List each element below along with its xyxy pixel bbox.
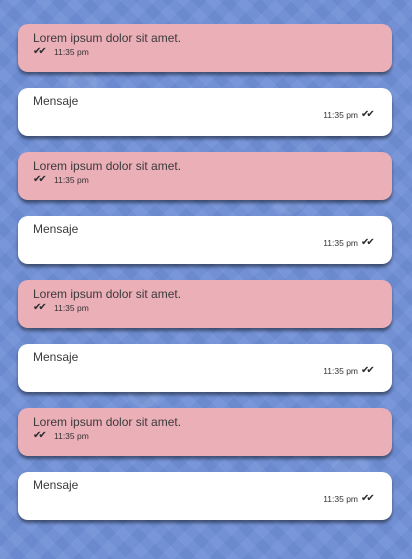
message-meta: 11:35 pm ✔✔ (323, 109, 378, 121)
double-check-icon: ✔✔ (33, 46, 47, 57)
message-time: 11:35 pm (323, 494, 358, 504)
message-text: Mensaje (33, 478, 79, 492)
message-bubble-incoming[interactable]: Lorem ipsum dolor sit amet. ✔✔ 11:35 pm (18, 24, 392, 72)
message-text: Mensaje (33, 350, 79, 364)
message-time: 11:35 pm (54, 431, 89, 441)
message-bubble-outgoing[interactable]: Mensaje 11:35 pm ✔✔ (18, 344, 392, 392)
double-check-icon: ✔✔ (33, 302, 47, 313)
message-text: Lorem ipsum dolor sit amet. (33, 287, 182, 301)
message-bubble-outgoing[interactable]: Mensaje 11:35 pm ✔✔ (18, 88, 392, 136)
message-meta: 11:35 pm ✔✔ (323, 237, 378, 249)
double-check-icon: ✔✔ (361, 493, 375, 504)
message-time: 11:35 pm (323, 366, 358, 376)
message-text: Mensaje (33, 222, 79, 236)
message-meta: 11:35 pm ✔✔ (323, 493, 378, 505)
double-check-icon: ✔✔ (361, 365, 375, 376)
double-check-icon: ✔✔ (361, 109, 375, 120)
message-time: 11:35 pm (323, 238, 358, 248)
message-text: Lorem ipsum dolor sit amet. (33, 31, 182, 45)
double-check-icon: ✔✔ (33, 174, 47, 185)
message-bubble-incoming[interactable]: Lorem ipsum dolor sit amet. ✔✔ 11:35 pm (18, 152, 392, 200)
message-text: Lorem ipsum dolor sit amet. (33, 415, 182, 429)
double-check-icon: ✔✔ (361, 237, 375, 248)
message-time: 11:35 pm (54, 303, 89, 313)
message-meta: ✔✔ 11:35 pm (33, 46, 377, 58)
message-bubble-incoming[interactable]: Lorem ipsum dolor sit amet. ✔✔ 11:35 pm (18, 408, 392, 456)
message-time: 11:35 pm (323, 110, 358, 120)
message-text: Mensaje (33, 94, 79, 108)
message-meta: ✔✔ 11:35 pm (33, 430, 377, 442)
double-check-icon: ✔✔ (33, 430, 47, 441)
message-bubble-incoming[interactable]: Lorem ipsum dolor sit amet. ✔✔ 11:35 pm (18, 280, 392, 328)
message-bubble-outgoing[interactable]: Mensaje 11:35 pm ✔✔ (18, 216, 392, 264)
message-time: 11:35 pm (54, 47, 89, 57)
message-time: 11:35 pm (54, 175, 89, 185)
message-meta: ✔✔ 11:35 pm (33, 174, 377, 186)
chat-thread: Lorem ipsum dolor sit amet. ✔✔ 11:35 pm … (18, 24, 392, 536)
message-bubble-outgoing[interactable]: Mensaje 11:35 pm ✔✔ (18, 472, 392, 520)
message-meta: 11:35 pm ✔✔ (323, 365, 378, 377)
message-meta: ✔✔ 11:35 pm (33, 302, 377, 314)
message-text: Lorem ipsum dolor sit amet. (33, 159, 182, 173)
